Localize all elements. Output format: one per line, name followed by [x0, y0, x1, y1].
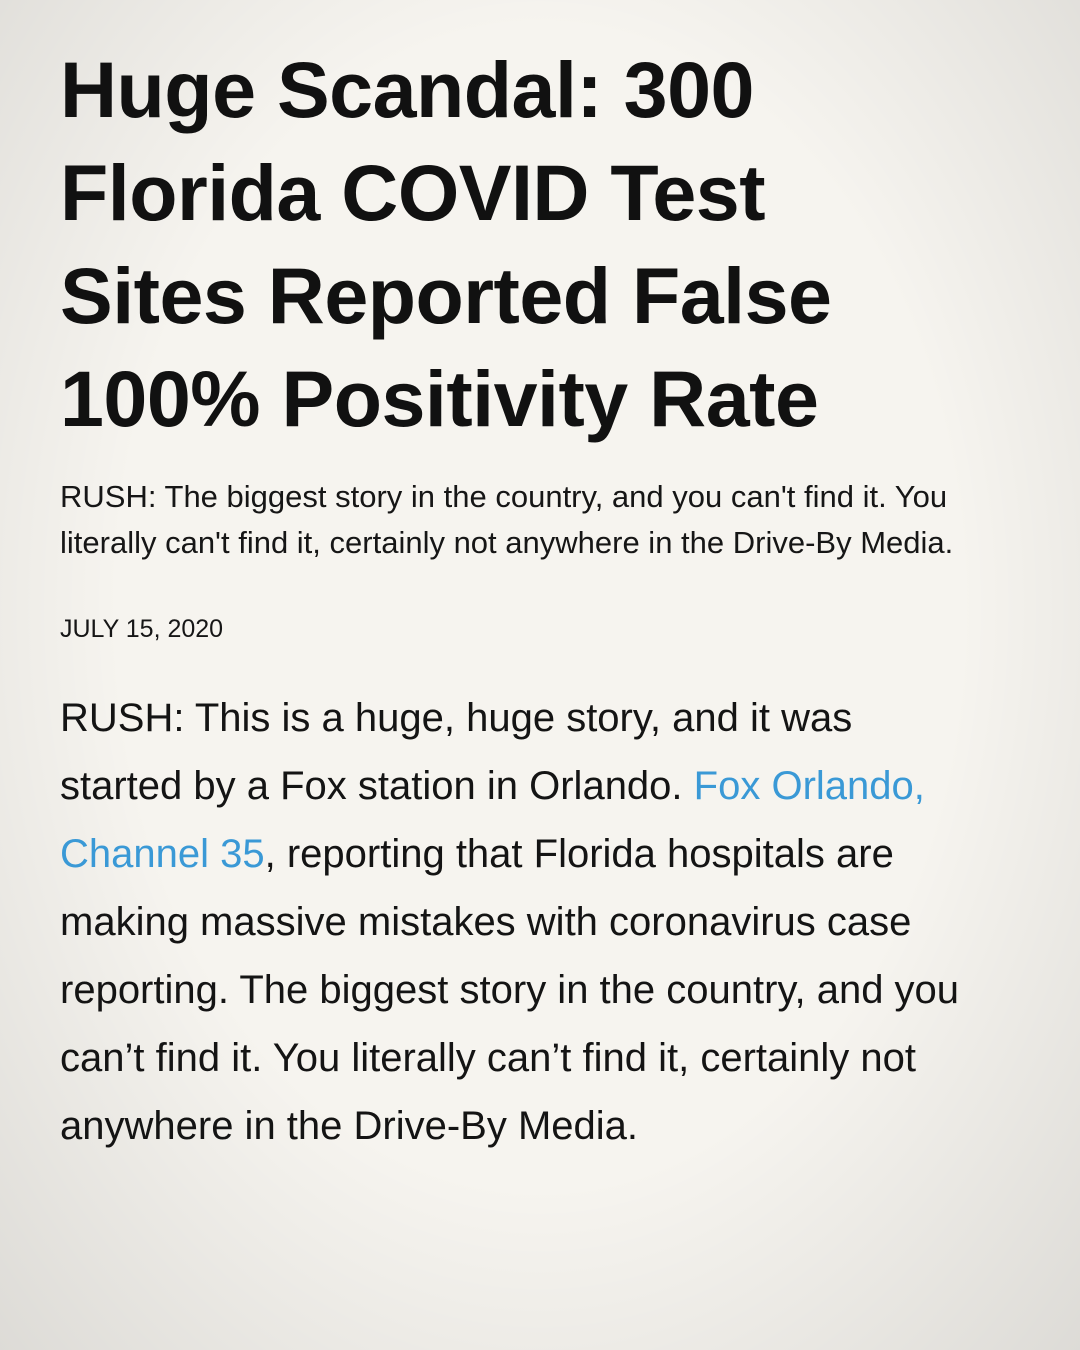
article-date: JULY 15, 2020 — [60, 615, 224, 643]
article-headline: Huge Scandal: 300 Florida COVID Test Sit… — [60, 45, 832, 443]
article-body-rest: , reporting that Florida hospitals are m… — [60, 832, 960, 1148]
article-summary: RUSH: The biggest story in the country, … — [60, 479, 954, 560]
article-body: RUSH: This is a huge, huge story, and it… — [60, 684, 980, 1160]
article: Huge Scandal: 300 Florida COVID Test Sit… — [60, 38, 1050, 1160]
